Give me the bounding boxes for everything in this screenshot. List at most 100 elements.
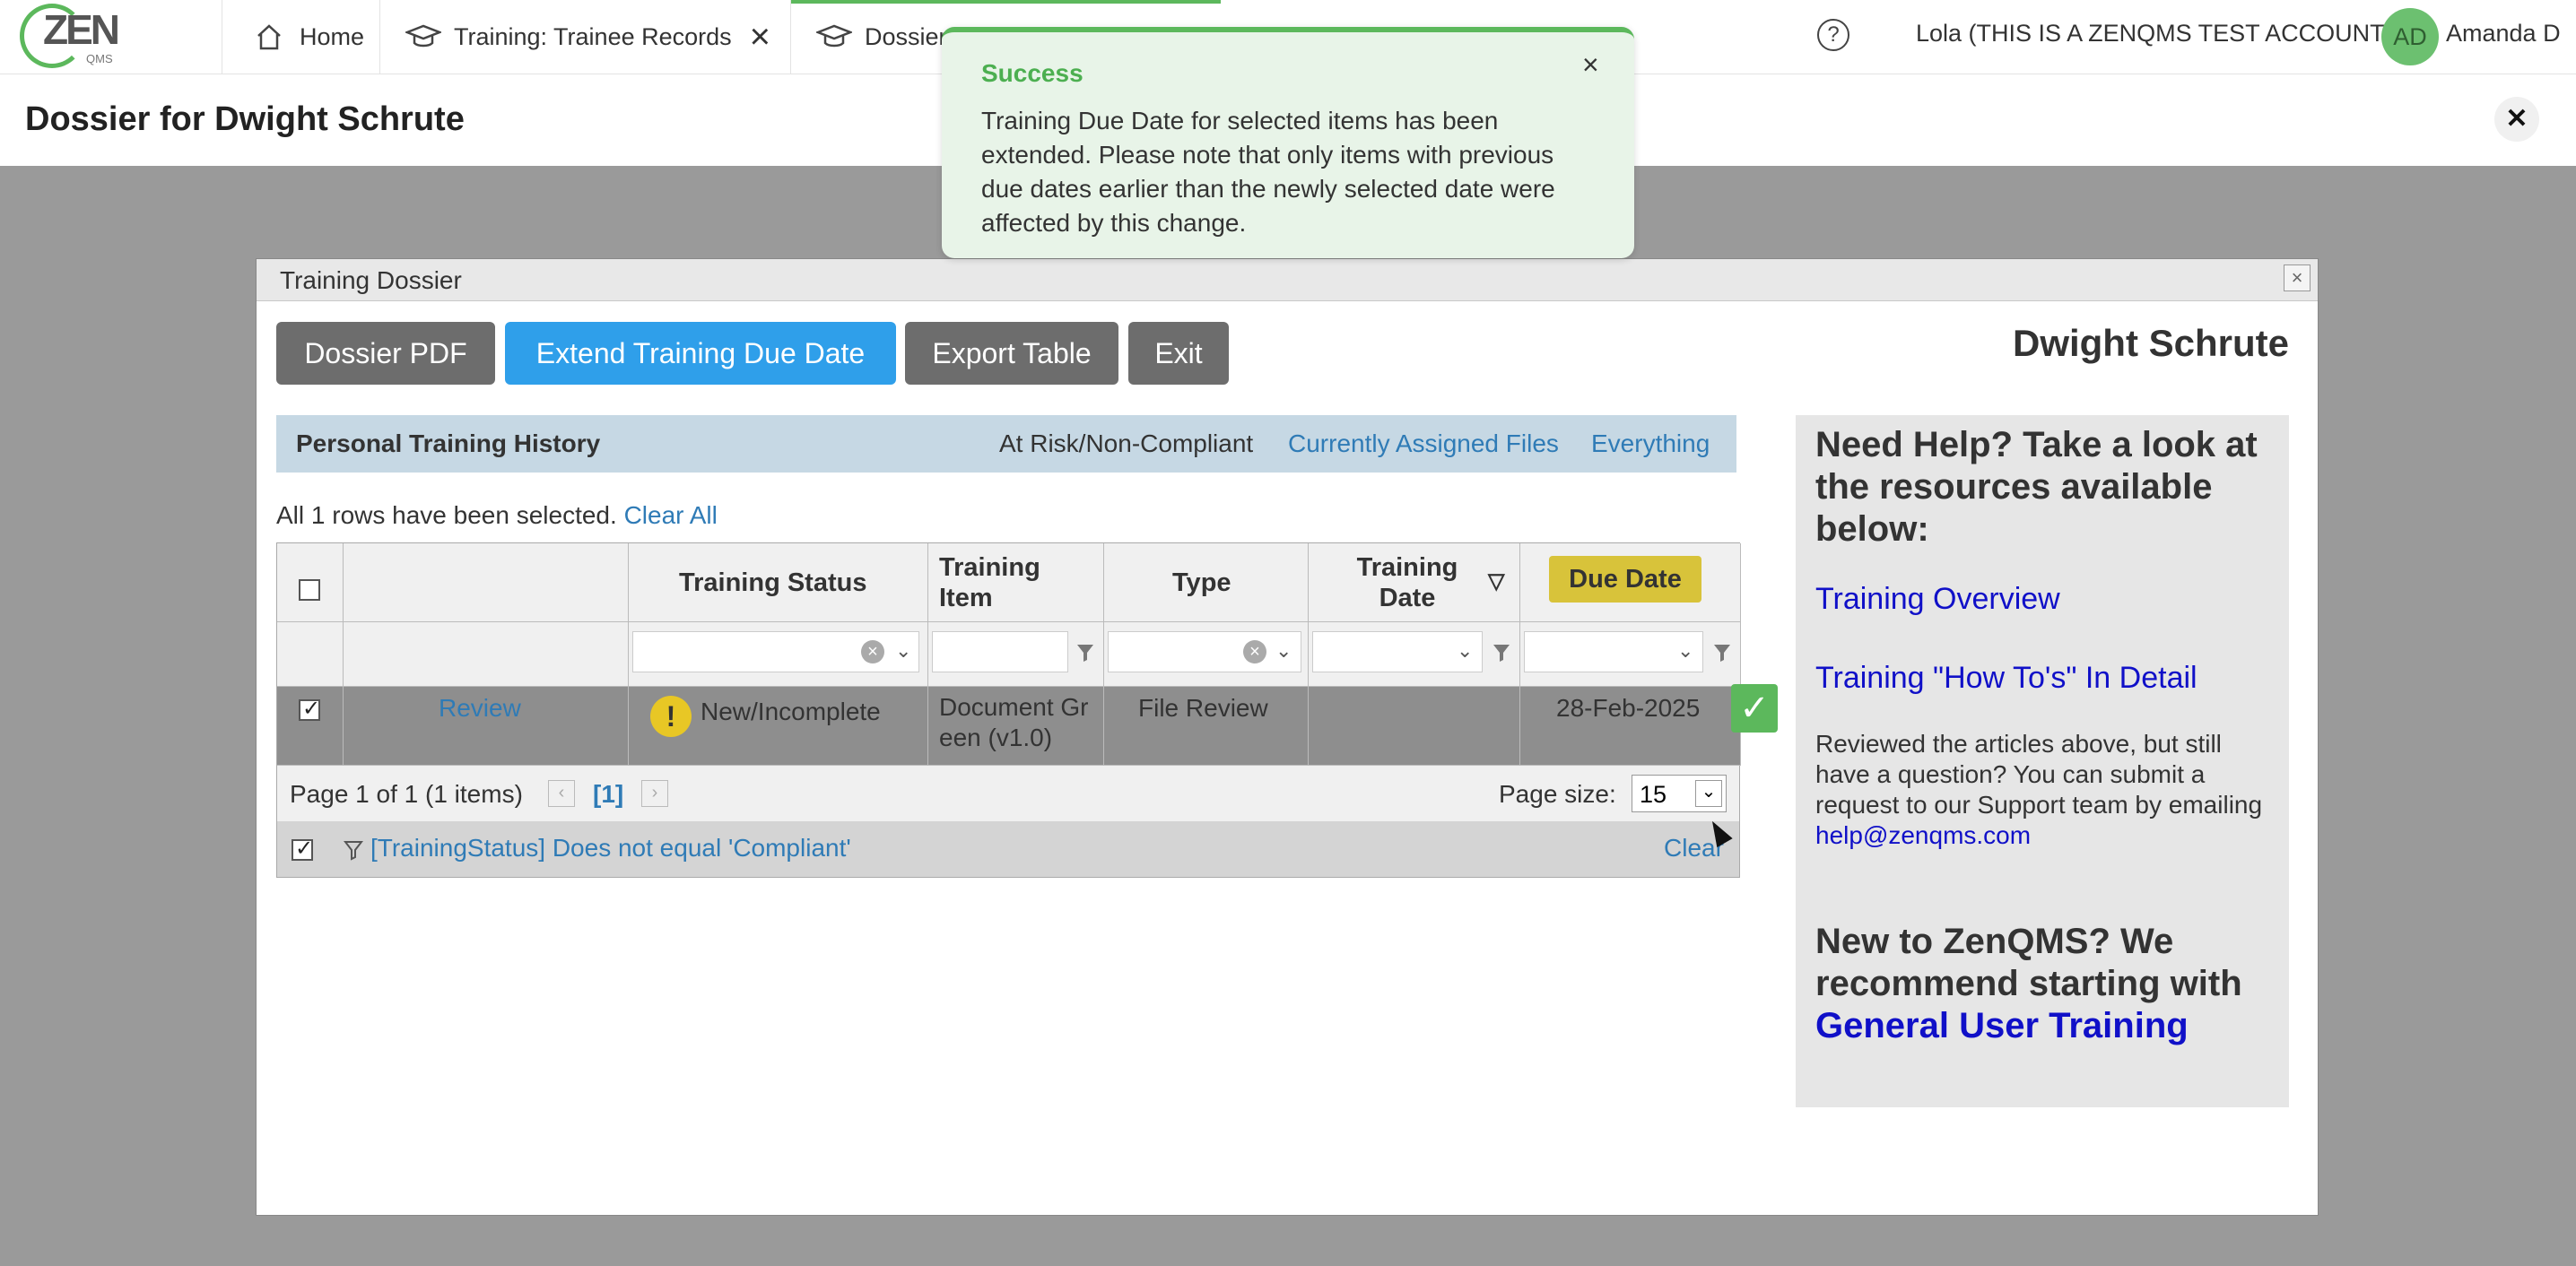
filter-enabled-checkbox[interactable]: [292, 836, 313, 862]
row-checkbox[interactable]: [299, 696, 320, 722]
tab-trainee-records[interactable]: Training: Trainee Records ×: [379, 0, 790, 74]
filter-due-date[interactable]: ⌄: [1520, 622, 1741, 687]
row-status: New/Incomplete: [701, 698, 881, 725]
close-toast-icon[interactable]: ×: [1582, 48, 1599, 82]
status-filter-input[interactable]: × ⌄: [632, 631, 919, 672]
filter-at-risk[interactable]: At Risk/Non-Compliant: [999, 429, 1253, 458]
header-due-date[interactable]: Due Date: [1520, 543, 1741, 622]
prev-page-icon[interactable]: ‹: [548, 780, 575, 807]
filter-expression[interactable]: [TrainingStatus] Does not equal 'Complia…: [370, 834, 851, 863]
filter-icon[interactable]: [1492, 642, 1511, 663]
filter-training-status[interactable]: × ⌄: [629, 622, 928, 687]
pager: Page 1 of 1 (1 items) ‹ [1] › Page size:…: [277, 766, 1739, 822]
header-type[interactable]: Type: [1104, 543, 1309, 622]
page-title: Dossier for Dwight Schrute: [25, 100, 465, 138]
training-grid: Training Status Training Item Type Train…: [276, 542, 1741, 878]
filter-icon[interactable]: [1712, 642, 1732, 663]
filter-training-date[interactable]: ⌄: [1309, 622, 1520, 687]
row-status-cell: ! New/Incomplete: [629, 687, 928, 766]
close-tab-icon[interactable]: ×: [750, 19, 770, 55]
clear-filter-icon[interactable]: ×: [861, 640, 884, 663]
training-dossier-modal: Training Dossier × Dossier PDF Extend Tr…: [256, 258, 2319, 1216]
row-training-date-cell: [1309, 687, 1520, 766]
header-label: Training Item: [939, 553, 1040, 612]
row-due-date-cell: 28-Feb-2025: [1520, 687, 1741, 766]
modal-header: Training Dossier ×: [257, 259, 2318, 301]
page-size-value: 15: [1640, 781, 1667, 808]
item-filter-input[interactable]: [932, 631, 1068, 672]
modal-title: Training Dossier: [280, 266, 462, 294]
chevron-down-icon[interactable]: ⌄: [1677, 639, 1693, 663]
due-filter-input[interactable]: ⌄: [1524, 631, 1703, 672]
success-toast: Success × Training Due Date for selected…: [942, 27, 1634, 258]
tab-home[interactable]: Home: [222, 0, 379, 74]
user-name[interactable]: Amanda D: [2446, 20, 2561, 48]
filter-everything[interactable]: Everything: [1591, 429, 1710, 458]
extend-due-date-button[interactable]: Extend Training Due Date: [505, 322, 896, 385]
tab-label: Training: Trainee Records: [454, 22, 732, 50]
training-howto-link[interactable]: Training "How To's" In Detail: [1815, 661, 2197, 696]
dossier-pdf-button[interactable]: Dossier PDF: [276, 322, 495, 385]
filter-training-item[interactable]: [928, 622, 1104, 687]
grid-header-row: Training Status Training Item Type Train…: [277, 543, 1741, 622]
row-item: Document Green (v1.0): [939, 693, 1089, 751]
row-type-cell: File Review: [1104, 687, 1309, 766]
date-filter-input[interactable]: ⌄: [1312, 631, 1483, 672]
grid-filter-row: × ⌄ × ⌄ ⌄ ⌄: [277, 622, 1741, 687]
toast-message: Training Due Date for selected items has…: [981, 107, 1555, 237]
row-type: File Review: [1138, 694, 1268, 722]
general-user-training-link[interactable]: General User Training: [1815, 1006, 2189, 1045]
help-heading: Need Help? Take a look at the resources …: [1815, 425, 2258, 549]
avatar[interactable]: AD: [2381, 8, 2439, 65]
header-label: Type: [1172, 568, 1231, 597]
filter-cell: [277, 622, 344, 687]
type-filter-input[interactable]: × ⌄: [1108, 631, 1301, 672]
action-header: [344, 543, 629, 622]
filter-icon[interactable]: [1075, 642, 1095, 663]
review-link[interactable]: Review: [439, 694, 521, 723]
chevron-down-icon[interactable]: ⌄: [1695, 780, 1722, 807]
row-select-cell: [277, 687, 344, 766]
exit-button[interactable]: Exit: [1128, 322, 1229, 385]
graduation-cap-icon: [816, 24, 852, 48]
sort-desc-icon[interactable]: ▽: [1488, 568, 1504, 594]
page-size-select[interactable]: 15 ⌄: [1632, 775, 1727, 812]
history-filter-bar: Personal Training History At Risk/Non-Co…: [276, 415, 1736, 473]
close-page-icon[interactable]: ✕: [2494, 97, 2539, 142]
tab-label: Home: [300, 22, 365, 50]
home-icon: [257, 24, 281, 50]
close-modal-icon[interactable]: ×: [2284, 264, 2311, 291]
chevron-down-icon[interactable]: ⌄: [895, 639, 911, 663]
row-action-cell: Review: [344, 687, 629, 766]
support-email-link[interactable]: help@zenqms.com: [1815, 821, 2031, 849]
help-text: Reviewed the articles above, but still h…: [1815, 729, 2273, 851]
account-name[interactable]: Lola (THIS IS A ZENQMS TEST ACCOUNT): [1916, 20, 2393, 48]
selection-message: All 1 rows have been selected. Clear All: [276, 501, 718, 530]
filter-icon: [344, 841, 363, 861]
clear-all-link[interactable]: Clear All: [624, 501, 718, 529]
check-icon[interactable]: ✓: [1731, 684, 1778, 733]
next-page-icon[interactable]: ›: [641, 780, 668, 807]
header-training-date[interactable]: Training Date ▽: [1309, 543, 1520, 622]
zenqms-logo[interactable]: ZEN QMS: [16, 0, 124, 74]
table-row[interactable]: Review ! New/Incomplete Document Green (…: [277, 687, 1741, 766]
header-label: Training Date: [1356, 553, 1458, 612]
filter-type[interactable]: × ⌄: [1104, 622, 1309, 687]
chevron-down-icon[interactable]: ⌄: [1275, 639, 1292, 663]
filter-expression-bar: [TrainingStatus] Does not equal 'Complia…: [277, 821, 1739, 877]
select-all-checkbox[interactable]: [299, 579, 320, 601]
export-table-button[interactable]: Export Table: [905, 322, 1118, 385]
header-training-item[interactable]: Training Item: [928, 543, 1104, 622]
header-training-status[interactable]: Training Status: [629, 543, 928, 622]
select-all-cell: [277, 543, 344, 622]
filter-currently-assigned[interactable]: Currently Assigned Files: [1288, 429, 1559, 458]
selection-text: All 1 rows have been selected.: [276, 501, 617, 529]
training-overview-link[interactable]: Training Overview: [1815, 582, 2060, 617]
pager-info: Page 1 of 1 (1 items): [290, 780, 523, 808]
history-title: Personal Training History: [296, 429, 601, 457]
row-item-cell: Document Green (v1.0): [928, 687, 1104, 766]
help-icon[interactable]: ?: [1817, 19, 1849, 51]
current-page[interactable]: [1]: [593, 780, 623, 809]
clear-filter-icon[interactable]: ×: [1243, 640, 1266, 663]
chevron-down-icon[interactable]: ⌄: [1457, 639, 1473, 663]
